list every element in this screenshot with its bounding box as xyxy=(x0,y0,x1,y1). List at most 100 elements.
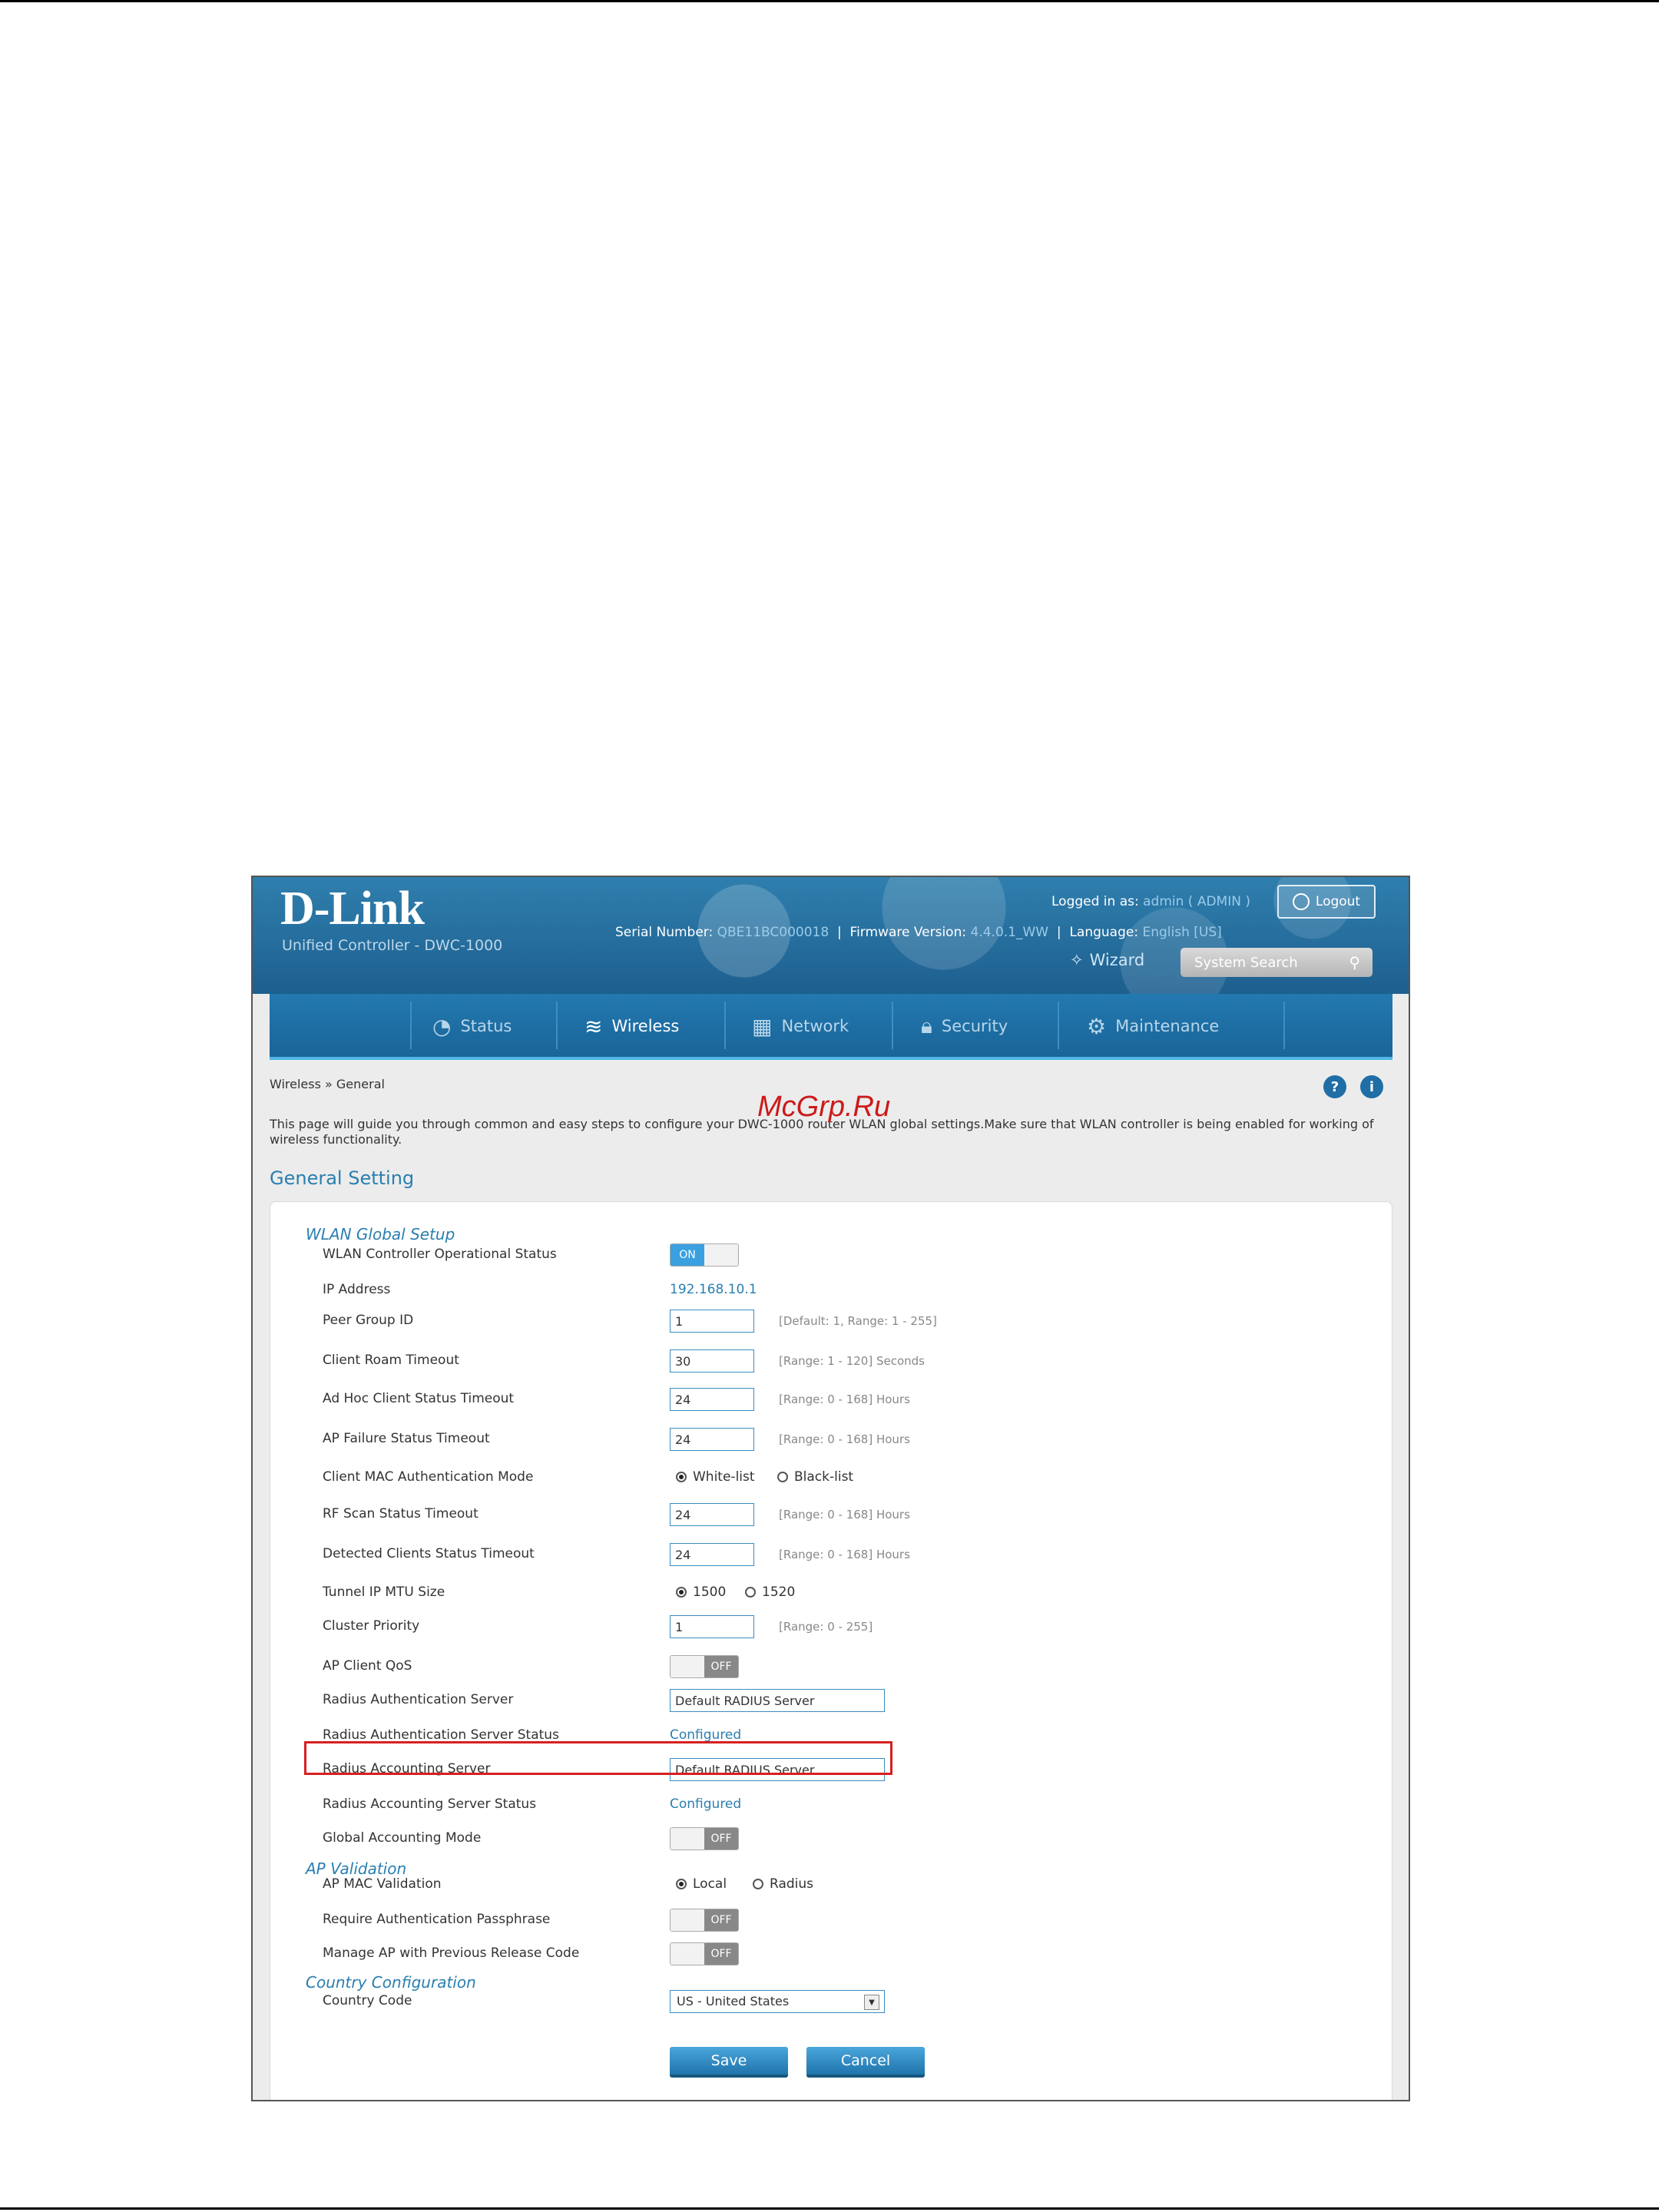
row-adhoc: Ad Hoc Client Status Timeout [Range: 0 -… xyxy=(270,1388,1392,1411)
cluster-priority-label: Cluster Priority xyxy=(323,1618,420,1634)
op-status-toggle[interactable]: ON xyxy=(670,1243,739,1267)
white-list-label: White-list xyxy=(693,1469,755,1485)
manage-ap-toggle[interactable]: OFF xyxy=(670,1942,739,1965)
gear-icon: ⚙ xyxy=(1087,1013,1107,1039)
section-title: General Setting xyxy=(270,1167,415,1189)
tab-maintenance[interactable]: ⚙ Maintenance xyxy=(1087,1011,1219,1041)
require-passphrase-toggle[interactable]: OFF xyxy=(670,1909,739,1932)
toggle-off-text: OFF xyxy=(704,1909,738,1931)
ap-failure-input[interactable] xyxy=(670,1428,754,1451)
cancel-button[interactable]: Cancel xyxy=(806,2047,925,2078)
header: D-Link Unified Controller - DWC-1000 Ser… xyxy=(253,877,1409,994)
rf-scan-hint: [Range: 0 - 168] Hours xyxy=(779,1508,910,1522)
language-value[interactable]: English [US] xyxy=(1142,925,1221,940)
firmware-value: 4.4.0.1_WW xyxy=(970,925,1049,940)
logout-label: Logout xyxy=(1315,894,1361,909)
logout-button[interactable]: Logout xyxy=(1277,885,1376,919)
radio-selected-icon xyxy=(676,1472,687,1482)
op-status-label: WLAN Controller Operational Status xyxy=(323,1247,557,1262)
firmware-label: Firmware Version: xyxy=(849,925,967,940)
watermark-text: McGrp.Ru xyxy=(757,1091,891,1123)
tab-wireless[interactable]: ≋ Wireless xyxy=(584,1011,679,1041)
tab-status[interactable]: ◔ Status xyxy=(432,1011,512,1041)
row-manage-ap: Manage AP with Previous Release Code OFF xyxy=(270,1942,1392,1965)
row-cluster-priority: Cluster Priority [Range: 0 - 255] xyxy=(270,1615,1392,1638)
wand-icon: ✧ xyxy=(1070,951,1084,969)
ap-mac-validation-label: AP MAC Validation xyxy=(323,1876,442,1892)
lock-icon: 🔒︎ xyxy=(921,1013,932,1038)
peer-group-input[interactable] xyxy=(670,1310,754,1333)
row-op-status: WLAN Controller Operational Status ON xyxy=(270,1243,1392,1267)
adhoc-hint: [Range: 0 - 168] Hours xyxy=(779,1392,910,1406)
mtu-label: Tunnel IP MTU Size xyxy=(323,1584,445,1600)
radio-selected-icon xyxy=(676,1879,687,1889)
global-accounting-toggle[interactable]: OFF xyxy=(670,1827,739,1850)
row-peer-group: Peer Group ID [Default: 1, Range: 1 - 25… xyxy=(270,1310,1392,1333)
local-radio[interactable]: Local xyxy=(676,1876,727,1892)
mtu-1500-label: 1500 xyxy=(693,1584,727,1600)
ip-value: 192.168.10.1 xyxy=(670,1282,757,1297)
roam-label: Client Roam Timeout xyxy=(323,1353,459,1368)
row-radius-auth-server: Radius Authentication Server xyxy=(270,1689,1392,1712)
radio-selected-icon xyxy=(676,1587,687,1598)
radius-label: Radius xyxy=(770,1876,814,1892)
ap-client-qos-toggle[interactable]: OFF xyxy=(670,1655,739,1678)
nav-separator xyxy=(892,1002,893,1049)
mtu-1500-radio[interactable]: 1500 xyxy=(676,1584,726,1600)
wizard-link[interactable]: ✧ Wizard xyxy=(1070,951,1144,969)
nav-separator xyxy=(556,1002,558,1049)
logged-label: Logged in as: xyxy=(1051,894,1139,909)
save-button[interactable]: Save xyxy=(670,2047,788,2078)
row-require-passphrase: Require Authentication Passphrase OFF xyxy=(270,1909,1392,1932)
ap-failure-hint: [Range: 0 - 168] Hours xyxy=(779,1432,910,1446)
info-icon[interactable]: i xyxy=(1360,1075,1383,1098)
black-list-radio[interactable]: Black-list xyxy=(777,1469,853,1485)
toggle-on-side xyxy=(671,1909,704,1931)
cluster-priority-input[interactable] xyxy=(670,1615,754,1638)
roam-input[interactable] xyxy=(670,1349,754,1373)
wifi-icon: ≋ xyxy=(584,1013,603,1039)
row-mac-auth: Client MAC Authentication Mode White-lis… xyxy=(270,1466,1392,1489)
radio-icon xyxy=(777,1472,788,1482)
mtu-1520-radio[interactable]: 1520 xyxy=(745,1584,795,1600)
detected-clients-label: Detected Clients Status Timeout xyxy=(323,1546,535,1561)
global-accounting-label: Global Accounting Mode xyxy=(323,1830,482,1846)
toggle-on-side xyxy=(671,1656,704,1677)
router-ui-screenshot: D-Link Unified Controller - DWC-1000 Ser… xyxy=(251,876,1410,2101)
tab-security[interactable]: 🔒︎ Security xyxy=(921,1011,1008,1041)
adhoc-input[interactable] xyxy=(670,1388,754,1411)
tab-wireless-label: Wireless xyxy=(611,1017,680,1035)
country-code-select[interactable]: US - United States ▼ xyxy=(670,1990,885,2013)
peer-group-hint: [Default: 1, Range: 1 - 255] xyxy=(779,1314,937,1328)
toggle-off-side xyxy=(704,1244,738,1266)
detected-clients-input[interactable] xyxy=(670,1543,754,1566)
highlight-box xyxy=(304,1741,892,1775)
nav-separator xyxy=(724,1002,726,1049)
row-roam: Client Roam Timeout [Range: 1 - 120] Sec… xyxy=(270,1349,1392,1373)
radius-radio[interactable]: Radius xyxy=(753,1876,813,1892)
toggle-on-text: ON xyxy=(671,1244,704,1266)
toggle-on-side xyxy=(671,1828,704,1849)
search-icon[interactable]: ⚲ xyxy=(1349,953,1360,972)
peer-group-label: Peer Group ID xyxy=(323,1313,414,1328)
row-ap-failure: AP Failure Status Timeout [Range: 0 - 16… xyxy=(270,1428,1392,1451)
toggle-off-text: OFF xyxy=(704,1656,738,1677)
group-country-title: Country Configuration xyxy=(306,1973,476,1992)
radius-acct-status-value: Configured xyxy=(670,1796,742,1812)
row-ip: IP Address 192.168.10.1 xyxy=(270,1279,1392,1302)
nav-separator xyxy=(1058,1002,1059,1049)
language-label: Language: xyxy=(1069,925,1139,940)
white-list-radio[interactable]: White-list xyxy=(676,1469,755,1485)
nav-separator xyxy=(410,1002,412,1049)
country-code-value: US - United States xyxy=(677,1994,790,2008)
mac-auth-label: Client MAC Authentication Mode xyxy=(323,1469,534,1485)
toggle-on-side xyxy=(671,1943,704,1965)
main-nav: ◔ Status ≋ Wireless ▦ Network 🔒︎ Securit… xyxy=(270,994,1392,1060)
tab-network[interactable]: ▦ Network xyxy=(752,1011,849,1041)
system-search[interactable]: System Search ⚲ xyxy=(1181,948,1373,977)
radius-auth-server-input[interactable] xyxy=(670,1689,885,1712)
roam-hint: [Range: 1 - 120] Seconds xyxy=(779,1354,925,1368)
rf-scan-input[interactable] xyxy=(670,1503,754,1526)
chevron-down-icon[interactable]: ▼ xyxy=(864,1995,879,2010)
help-icon[interactable]: ? xyxy=(1323,1075,1346,1098)
